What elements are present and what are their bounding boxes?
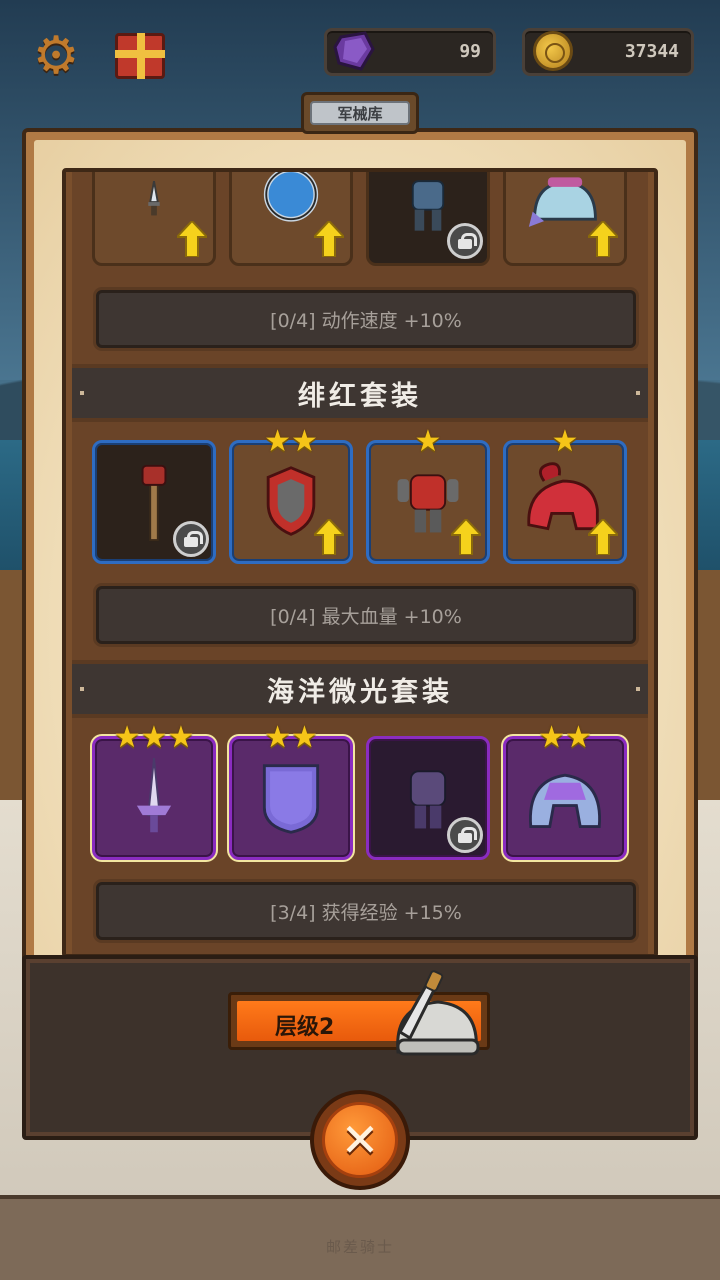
knight-helmet-icon: [396, 970, 480, 1056]
crystal-sword-icon: [136, 757, 172, 833]
gem-icon: [333, 31, 375, 71]
equipment-slot[interactable]: [503, 172, 627, 266]
lock-icon: [447, 223, 483, 259]
close-icon: ✕: [322, 1102, 398, 1178]
upgrade-arrow-icon: [177, 221, 207, 257]
upgrade-arrow-icon: [451, 519, 481, 555]
equipment-list[interactable]: [0/4] 动作速度 +10% 绯红套装 ★★ ★ ★ [0/4] 最大血量 +…: [62, 168, 658, 958]
lock-icon: [173, 521, 209, 557]
gem-count: 99: [459, 41, 481, 62]
hex-shield-icon: [262, 764, 320, 834]
lock-icon: [447, 817, 483, 853]
level-label: 层级2: [275, 1015, 335, 1040]
set-bonus-text: [0/4] 最大血量 +10%: [96, 586, 636, 644]
equipment-slot[interactable]: [366, 736, 490, 860]
gem-counter: 99: [324, 28, 496, 76]
equipment-list-inner: [0/4] 动作速度 +10% 绯红套装 ★★ ★ ★ [0/4] 最大血量 +…: [72, 172, 648, 954]
upgrade-arrow-icon: [314, 221, 344, 257]
close-button[interactable]: ✕: [310, 1090, 410, 1190]
crystal-helmet-icon: [528, 773, 602, 828]
equipment-slot[interactable]: ★★★: [92, 723, 216, 860]
gear-icon[interactable]: ⚙: [28, 28, 84, 84]
gift-icon[interactable]: [112, 28, 168, 84]
equipment-slot[interactable]: ★★: [229, 723, 353, 860]
set-bonus-text: [3/4] 获得经验 +15%: [96, 882, 636, 940]
coin-icon: [533, 31, 573, 71]
armory-title: 军械库: [310, 101, 410, 125]
upgrade-arrow-icon: [314, 519, 344, 555]
equipment-slot[interactable]: [229, 172, 353, 266]
armory-title-plate: 军械库: [301, 92, 419, 134]
set-title: 海洋微光套装: [72, 660, 648, 718]
set-bonus-text: [0/4] 动作速度 +10%: [96, 290, 636, 348]
set-title: 绯红套装: [72, 364, 648, 422]
gold-counter: 37344: [522, 28, 694, 76]
upgrade-arrow-icon: [588, 221, 618, 257]
footer-text: 邮差骑士: [325, 1238, 394, 1256]
equipment-slot[interactable]: ★★: [503, 723, 627, 860]
upgrade-arrow-icon: [588, 519, 618, 555]
equipment-slot[interactable]: ★★: [229, 427, 353, 564]
equipment-slot[interactable]: [92, 172, 216, 266]
equipment-slot[interactable]: [366, 172, 490, 266]
equipment-slot[interactable]: ★: [503, 427, 627, 564]
equipment-slot[interactable]: ★: [366, 427, 490, 564]
gold-count: 37344: [624, 41, 679, 62]
equipment-slot[interactable]: [92, 440, 216, 564]
